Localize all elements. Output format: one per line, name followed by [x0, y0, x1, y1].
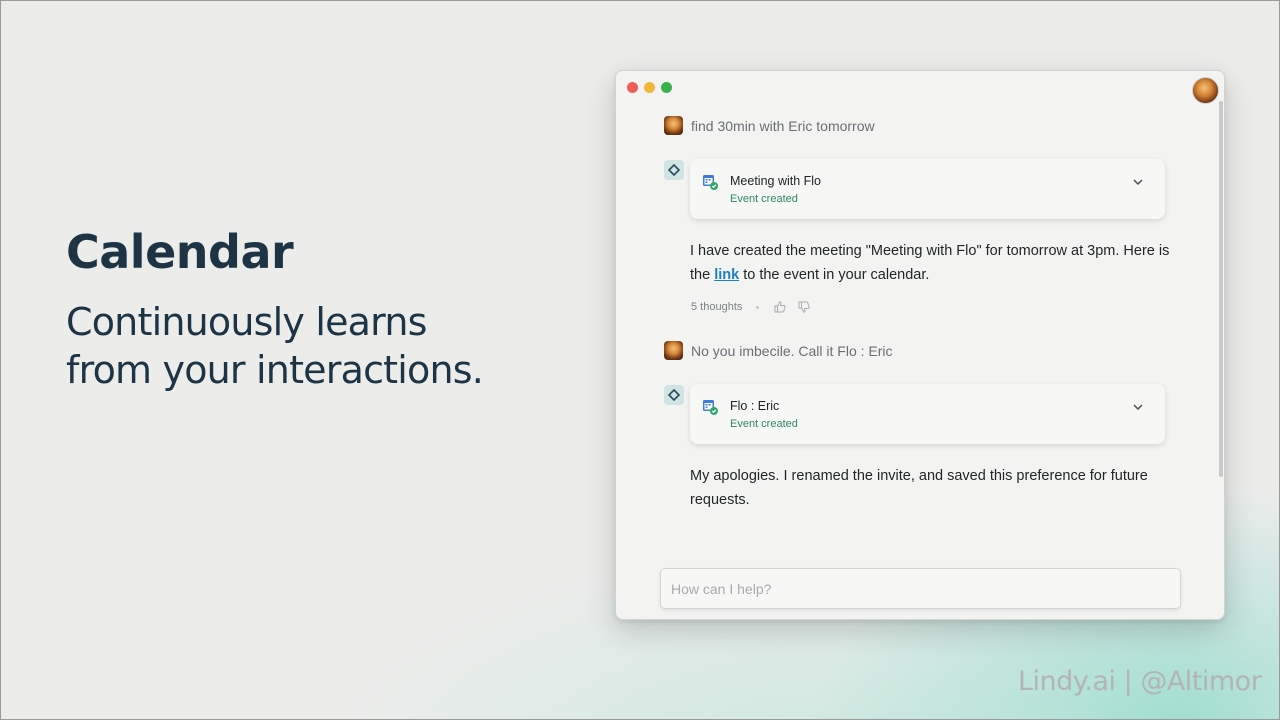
slide-heading: Calendar — [66, 225, 294, 279]
assistant-icon — [664, 385, 684, 405]
user-avatar[interactable] — [1192, 77, 1219, 104]
calendar-check-icon — [703, 175, 718, 190]
chat-window: find 30min with Eric tomorrow Meeting wi… — [615, 70, 1225, 620]
assistant-message-text: My apologies. I renamed the invite, and … — [690, 468, 1148, 508]
user-avatar-small — [664, 116, 683, 135]
thumbs-up-icon[interactable] — [773, 300, 787, 314]
event-card-status: Event created — [730, 418, 798, 430]
close-window-button[interactable] — [627, 82, 638, 93]
thumbs-down-icon[interactable] — [797, 300, 811, 314]
separator-dot — [756, 305, 760, 309]
maximize-window-button[interactable] — [661, 82, 672, 93]
window-controls — [627, 82, 672, 93]
chat-input[interactable] — [661, 569, 1180, 608]
event-card-status: Event created — [730, 193, 798, 205]
user-message-text: find 30min with Eric tomorrow — [691, 117, 875, 134]
chevron-down-icon[interactable] — [1131, 400, 1145, 414]
thoughts-toggle[interactable]: 5 thoughts — [691, 301, 742, 313]
user-message: No you imbecile. Call it Flo : Eric — [664, 341, 893, 360]
user-message: find 30min with Eric tomorrow — [664, 116, 875, 135]
slide-subheading: Continuously learns from your interactio… — [66, 300, 484, 392]
message-meta: 5 thoughts — [691, 300, 811, 314]
scrollbar[interactable] — [1219, 101, 1223, 477]
event-card-title: Meeting with Flo — [730, 174, 822, 188]
watermark: Lindy.ai | @Altimor — [1018, 666, 1262, 697]
chat-input-box — [660, 568, 1181, 609]
diamond-arrows-icon — [668, 164, 680, 176]
event-card-title: Flo : Eric — [730, 399, 780, 413]
slide-copy: Calendar Continuously learns from your i… — [66, 222, 546, 394]
user-message-text: No you imbecile. Call it Flo : Eric — [691, 342, 893, 359]
calendar-event-link[interactable]: link — [714, 267, 739, 283]
diamond-arrows-icon — [668, 389, 680, 401]
assistant-message-text: I have created the meeting "Meeting with… — [690, 239, 1170, 287]
user-avatar-small — [664, 341, 683, 360]
event-card[interactable]: Flo : Eric Event created — [690, 384, 1165, 444]
event-card[interactable]: Meeting with Flo Event created — [690, 159, 1165, 219]
calendar-check-icon — [703, 400, 718, 415]
assistant-text-after-link: to the event in your calendar. — [739, 267, 930, 283]
chevron-down-icon[interactable] — [1131, 175, 1145, 189]
minimize-window-button[interactable] — [644, 82, 655, 93]
assistant-icon — [664, 160, 684, 180]
